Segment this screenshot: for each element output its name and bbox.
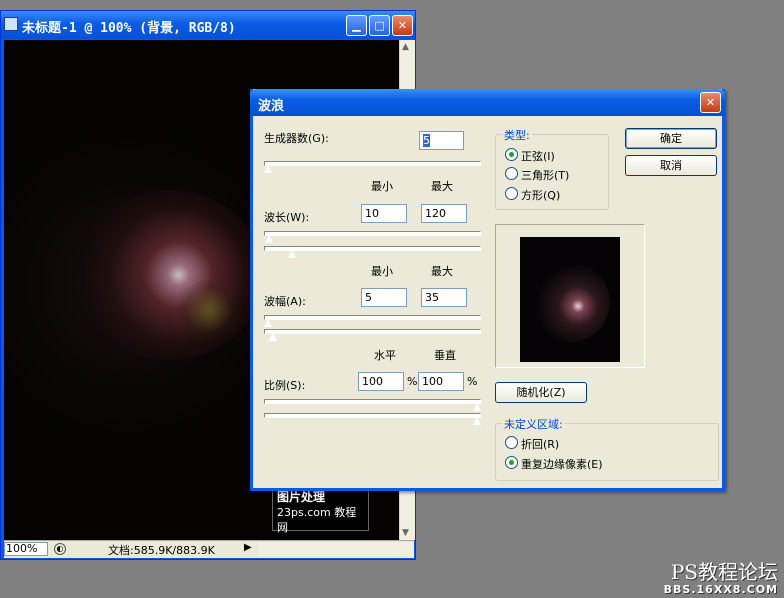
status-menu-arrow-icon[interactable]: ▶ [244,542,252,553]
amplitude-min-slider-track[interactable] [264,315,481,320]
preview-glow [530,262,610,342]
scale-vertical-slider-track[interactable] [264,413,481,418]
type-sine-radio[interactable] [505,148,518,161]
scale-label: 比例(S): [264,379,306,392]
wavelength-max-input[interactable]: 120 [421,204,467,223]
amplitude-label: 波幅(A): [264,295,306,308]
minimize-button[interactable]: ▁ [346,15,367,36]
wavelength-label: 波长(W): [264,211,310,224]
repeat-edge-pixels-label[interactable]: 重复边缘像素(E) [521,456,603,472]
watermark-line2: 23ps.com 教程网 [277,506,357,534]
scale-vertical-header: 垂直 [434,349,456,362]
type-triangle-radio[interactable] [505,167,518,180]
navigator-icon[interactable]: ◐ [54,543,66,555]
corner-watermark: PS教程论坛 BBS.16XX8.COM [664,561,778,596]
repeat-edge-pixels-radio[interactable] [505,456,518,469]
cancel-button[interactable]: 取消 [625,155,717,176]
horizontal-scrollbar[interactable] [258,542,414,556]
amplitude-min-header: 最小 [371,265,393,278]
scale-vertical-percent: % [467,375,478,388]
corner-watermark-title: PS教程论坛 [670,560,778,584]
preview-image[interactable] [520,237,620,362]
generators-input[interactable]: 5 [419,131,464,150]
ok-button[interactable]: 确定 [625,128,717,149]
scale-horizontal-input[interactable]: 100 [358,372,404,391]
dialog-titlebar[interactable]: 波浪 ✕ [250,89,725,116]
wavelength-max-header: 最大 [431,180,453,193]
scale-vertical-slider-thumb[interactable] [472,416,482,426]
wavelength-max-slider-thumb[interactable] [287,249,297,259]
scroll-down-icon[interactable]: ▼ [402,528,409,538]
preview-frame [495,224,645,368]
scale-horizontal-slider-track[interactable] [264,399,481,404]
document-titlebar[interactable]: 未标题-1 @ 100% (背景, RGB/8) ▁ □ ✕ [1,11,415,39]
amplitude-max-slider-track[interactable] [264,329,481,334]
watermark-line1: 图片处理 [277,490,326,504]
scale-horizontal-header: 水平 [374,349,396,362]
generators-slider-track[interactable] [264,161,481,166]
dialog-title: 波浪 [258,99,285,114]
undefined-areas-title: 未定义区域: [502,416,565,432]
scale-vertical-input[interactable]: 100 [418,372,464,391]
status-bar: 100% ◐ 文档:585.9K/883.9K ▶ [4,540,414,558]
zoom-field[interactable]: 100% [4,542,48,556]
amplitude-max-slider-thumb[interactable] [268,332,278,342]
amplitude-max-input[interactable]: 35 [421,288,467,307]
corner-watermark-url: BBS.16XX8.COM [663,583,778,596]
type-sine-label[interactable]: 正弦(I) [521,148,555,164]
close-button[interactable]: ✕ [392,15,413,36]
watermark-23ps: 图片处理 23ps.com 教程网 [272,487,369,534]
amplitude-min-input[interactable]: 5 [361,288,407,307]
wave-dialog: 波浪 ✕ 生成器数(G): 5 最小 最大 波长(W): 10 120 最小 最… [250,89,725,491]
wrap-around-radio[interactable] [505,436,518,449]
wavelength-max-slider-track[interactable] [264,246,481,251]
wrap-around-label[interactable]: 折回(R) [521,436,559,452]
scale-horizontal-percent: % [407,375,418,388]
wavelength-min-input[interactable]: 10 [361,204,407,223]
document-title: 未标题-1 @ 100% (背景, RGB/8) [22,21,236,36]
type-square-radio[interactable] [505,187,518,200]
wavelength-min-header: 最小 [371,180,393,193]
type-group-title: 类型: [502,127,532,143]
maximize-button[interactable]: □ [369,15,390,36]
scale-horizontal-slider-thumb[interactable] [472,402,482,412]
type-triangle-label[interactable]: 三角形(T) [521,167,569,183]
randomize-button[interactable]: 随机化(Z) [495,382,587,403]
type-square-label[interactable]: 方形(Q) [521,187,560,203]
wavelength-min-slider-track[interactable] [264,231,481,236]
amplitude-min-slider-thumb[interactable] [263,318,273,328]
generators-label: 生成器数(G): [264,132,329,145]
amplitude-max-header: 最大 [431,265,453,278]
generators-slider-thumb[interactable] [263,164,273,174]
photoshop-doc-icon [4,17,18,31]
dialog-close-button[interactable]: ✕ [700,92,721,113]
scroll-up-icon[interactable]: ▲ [402,42,409,52]
wavelength-min-slider-thumb[interactable] [264,234,274,244]
document-info: 文档:585.9K/883.9K [108,544,215,557]
